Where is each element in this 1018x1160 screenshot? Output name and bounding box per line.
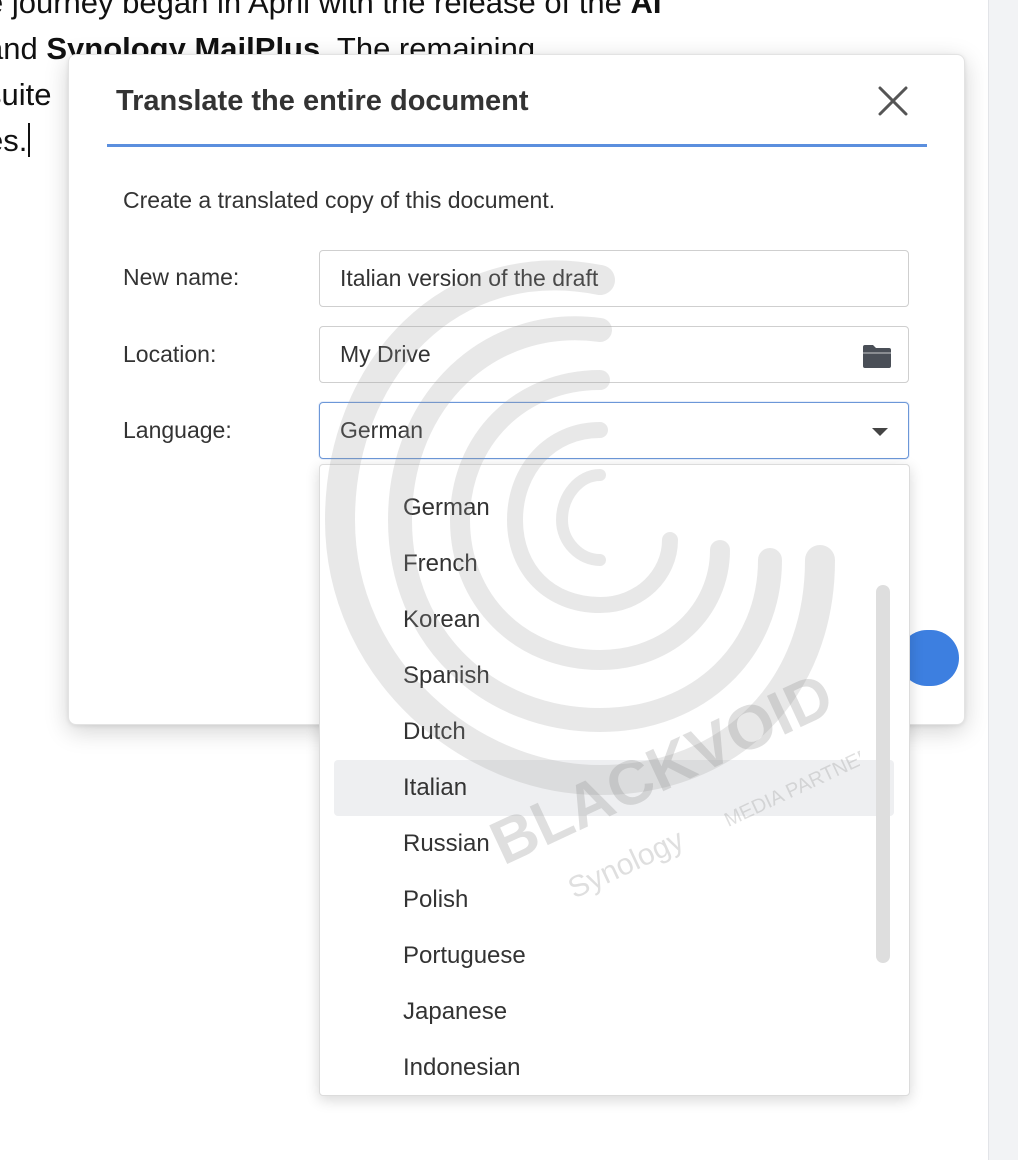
language-option[interactable]: Korean — [334, 592, 894, 648]
language-option[interactable]: French — [334, 536, 894, 592]
language-option[interactable]: German — [334, 480, 894, 536]
document-line: e journey began in April with the releas… — [0, 0, 986, 26]
language-label: Language: — [123, 417, 232, 443]
close-button[interactable] — [871, 79, 915, 123]
location-label: Location: — [123, 341, 217, 367]
new-name-label: New name: — [123, 264, 240, 290]
dialog-title: Translate the entire document — [116, 85, 529, 117]
close-icon — [878, 86, 908, 116]
page-gutter — [988, 0, 1018, 1160]
document-bold-text: AI — [630, 0, 662, 20]
document-text: e journey began in April with the releas… — [0, 0, 631, 20]
language-value: German — [340, 417, 424, 443]
language-option[interactable]: Indonesian — [334, 1040, 894, 1095]
location-field[interactable]: My Drive — [319, 326, 909, 383]
language-option[interactable]: Portuguese — [334, 928, 894, 984]
language-option[interactable]: Dutch — [334, 704, 894, 760]
location-value: My Drive — [340, 341, 431, 367]
document-text: es. — [0, 123, 28, 158]
title-divider — [107, 144, 927, 147]
text-cursor — [28, 123, 31, 157]
language-option[interactable]: Polish — [334, 872, 894, 928]
new-name-input[interactable] — [340, 265, 880, 292]
chevron-down-icon — [872, 428, 888, 436]
language-option[interactable]: Japanese — [334, 984, 894, 1040]
dialog-description: Create a translated copy of this documen… — [123, 187, 556, 213]
language-option-hovered[interactable]: Italian — [334, 760, 894, 816]
language-dropdown: German French Korean Spanish Dutch Itali… — [319, 464, 910, 1096]
document-text: and — [0, 31, 38, 66]
language-option[interactable]: Russian — [334, 816, 894, 872]
dropdown-scrollbar[interactable] — [876, 585, 890, 963]
new-name-field[interactable] — [319, 250, 909, 307]
document-text: suite — [0, 77, 52, 112]
language-option[interactable]: Spanish — [334, 648, 894, 704]
language-select[interactable]: German — [319, 402, 909, 459]
folder-icon[interactable] — [862, 343, 892, 369]
